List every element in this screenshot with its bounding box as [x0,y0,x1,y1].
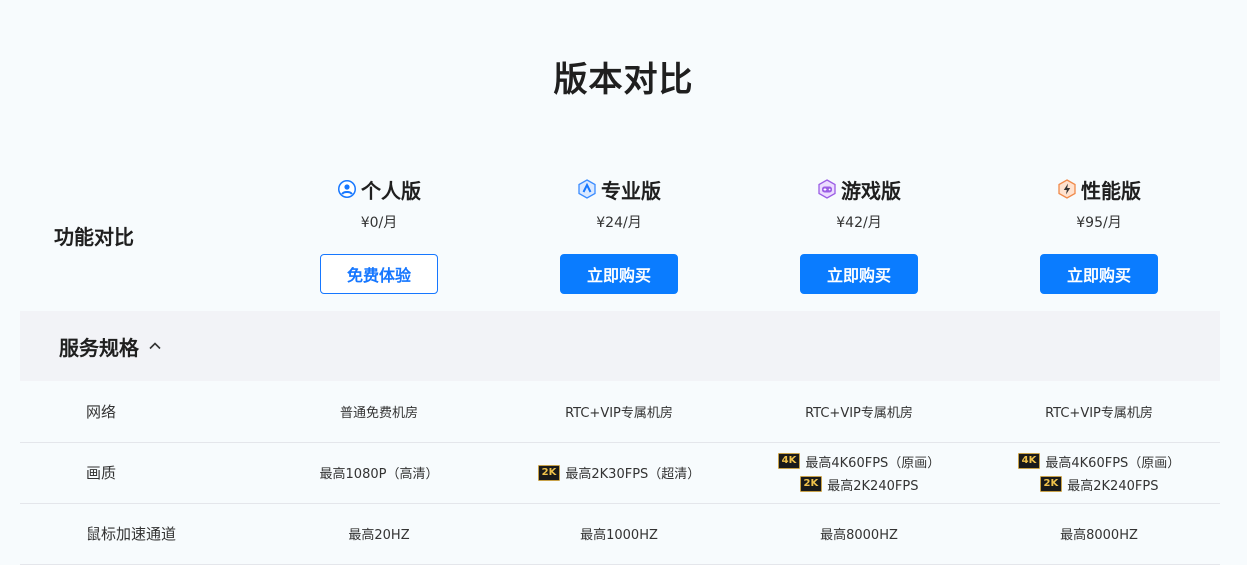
plan-price: ¥42/月 [836,215,882,231]
table-cell: 最高8000HZ [979,503,1219,564]
resolution-2k-icon: 2K [799,476,823,492]
plan-game: 游戏版 ¥42/月 立即购买 [739,176,979,294]
cell-text: RTC+VIP专属机房 [565,406,673,421]
plan-name: 游戏版 [841,178,901,203]
page-title: 版本对比 [553,60,694,100]
plan-name: 专业版 [601,178,661,203]
table-cell: 普通免费机房 [259,381,499,442]
free-trial-button[interactable]: 免费体验 [320,254,438,294]
table-row-quality: 画质 最高1080P（高清） 2K 最高2K30FPS（超清） 4K 最高4K6… [20,442,1220,504]
section-title: 服务规格 [59,335,139,360]
plan-header: 性能版 [1057,176,1141,203]
table-cell: RTC+VIP专属机房 [499,381,739,442]
compare-label: 功能对比 [54,225,134,249]
cell-text: 最高4K60FPS（原画） [1045,455,1181,471]
cell-text: 最高1080P（高清） [319,467,439,482]
pro-shield-icon [577,179,597,199]
row-label: 画质 [86,464,117,482]
plan-price: ¥95/月 [1076,215,1122,231]
user-icon [337,179,357,199]
table-cell: 最高1000HZ [499,503,739,564]
cell-text: 最高2K30FPS（超清） [565,467,701,482]
lightning-icon [1057,179,1077,199]
plan-header: 游戏版 [817,176,901,203]
plan-price: ¥24/月 [596,215,642,231]
resolution-4k-icon: 4K [1017,453,1041,469]
row-label: 网络 [86,403,117,421]
cell-text: RTC+VIP专属机房 [1045,406,1153,421]
section-service-specs[interactable]: 服务规格 [20,311,1220,381]
plan-name: 性能版 [1081,178,1141,203]
cell-text: 最高2K240FPS [827,478,919,494]
plan-pro: 专业版 ¥24/月 立即购买 [499,176,739,294]
cell-text: 最高1000HZ [580,528,658,543]
cell-text: 最高8000HZ [1060,528,1138,543]
buy-pro-button[interactable]: 立即购买 [560,254,678,294]
cell-text: 最高20HZ [348,528,410,543]
cell-text: 最高8000HZ [820,528,898,543]
table-cell: 最高1080P（高清） [259,442,499,503]
plan-price: ¥0/月 [360,215,398,231]
table-cell: 4K 最高4K60FPS（原画） 2K 最高2K240FPS [979,442,1219,503]
table-cell: 2K 最高2K30FPS（超清） [499,442,739,503]
resolution-4k-icon: 4K [777,453,801,469]
plan-personal: 个人版 ¥0/月 免费体验 [259,176,499,294]
plan-header: 个人版 [337,176,421,203]
table-cell: 4K 最高4K60FPS（原画） 2K 最高2K240FPS [739,442,979,503]
plan-name: 个人版 [361,178,421,203]
table-cell: 最高20HZ [259,503,499,564]
cell-text: 普通免费机房 [339,406,418,421]
cell-text: 最高4K60FPS（原画） [805,455,941,471]
table-row-mouse: 鼠标加速通道 最高20HZ 最高1000HZ 最高8000HZ 最高8000HZ [20,503,1220,565]
buy-performance-button[interactable]: 立即购买 [1040,254,1158,294]
plan-header: 专业版 [577,176,661,203]
resolution-2k-icon: 2K [537,464,561,481]
cell-text: 最高2K240FPS [1067,478,1159,494]
resolution-2k-icon: 2K [1039,476,1063,492]
gamepad-icon [817,179,837,199]
row-label: 鼠标加速通道 [86,525,177,543]
buy-game-button[interactable]: 立即购买 [800,254,918,294]
table-row-network: 网络 普通免费机房 RTC+VIP专属机房 RTC+VIP专属机房 RTC+VI… [20,381,1220,443]
table-cell: 最高8000HZ [739,503,979,564]
table-cell: RTC+VIP专属机房 [979,381,1219,442]
plan-performance: 性能版 ¥95/月 立即购买 [979,176,1219,294]
chevron-up-icon[interactable] [147,338,163,354]
cell-text: RTC+VIP专属机房 [805,406,913,421]
table-cell: RTC+VIP专属机房 [739,381,979,442]
